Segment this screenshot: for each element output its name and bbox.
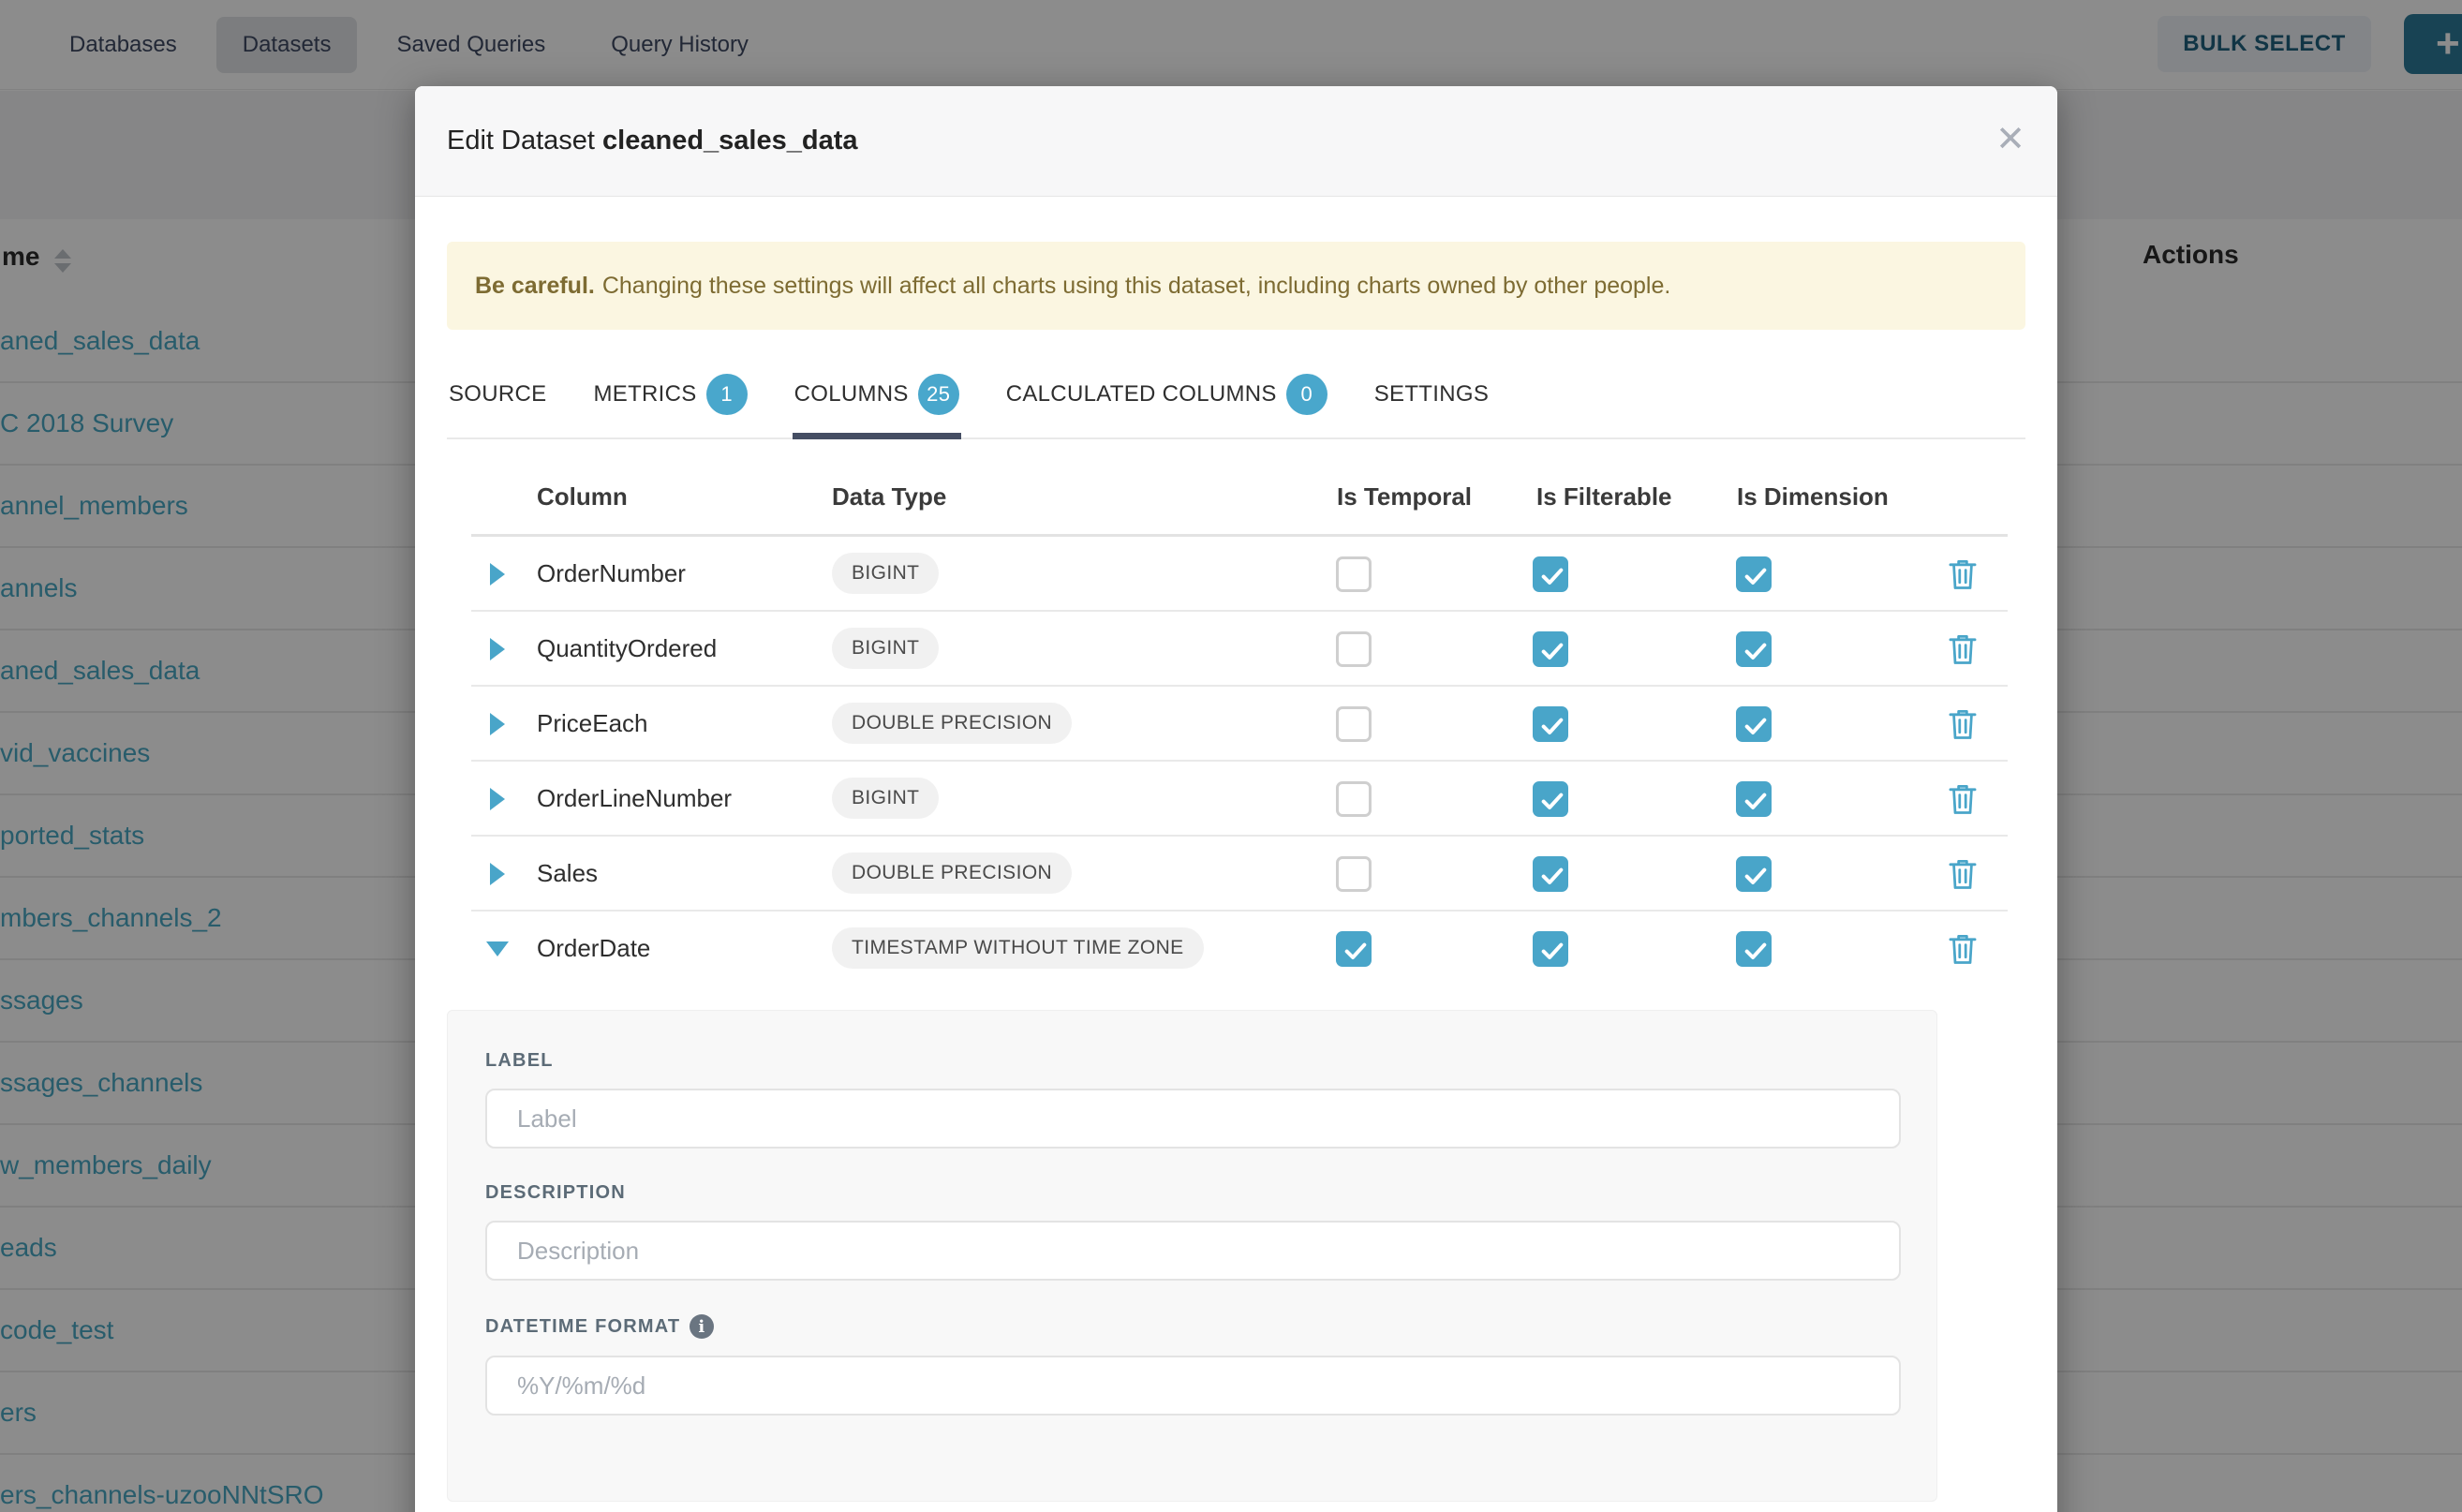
is-temporal-checkbox-unchecked[interactable] [1336, 856, 1372, 892]
delete-column-trash-icon[interactable] [1948, 857, 1978, 896]
tab-label: COLUMNS [794, 381, 909, 408]
is-dimension-checkbox-checked[interactable] [1736, 706, 1772, 742]
header-column: Column [537, 482, 628, 511]
is-filterable-checkbox-checked[interactable] [1533, 556, 1568, 592]
modal-title: Edit Dataset cleaned_sales_data [447, 126, 858, 156]
header-data-type: Data Type [832, 482, 946, 511]
is-filterable-checkbox-checked[interactable] [1533, 856, 1568, 892]
modal-tabs: SOURCE METRICS 1 COLUMNS 25 CALCULATED COLUMN… [447, 361, 2025, 439]
modal-title-prefix: Edit Dataset [447, 126, 602, 156]
column-name: OrderDate [537, 934, 650, 963]
tab-label: SOURCE [449, 381, 546, 408]
tab-calculated-columns[interactable]: CALCULATED COLUMNS 0 [1004, 361, 1329, 437]
is-dimension-checkbox-checked[interactable] [1736, 556, 1772, 592]
delete-column-trash-icon[interactable] [1948, 932, 1978, 971]
column-name: OrderLineNumber [537, 784, 732, 813]
is-temporal-checkbox-unchecked[interactable] [1336, 781, 1372, 817]
is-temporal-checkbox-unchecked[interactable] [1336, 706, 1372, 742]
header-is-temporal: Is Temporal [1337, 482, 1472, 511]
is-temporal-checkbox-unchecked[interactable] [1336, 556, 1372, 592]
warning-bold-text: Be careful. [475, 273, 595, 300]
collapse-caret-icon[interactable] [486, 941, 509, 956]
is-temporal-checkbox-checked[interactable] [1336, 931, 1372, 967]
column-row-sales: Sales DOUBLE PRECISION [471, 837, 2008, 912]
tab-label: CALCULATED COLUMNS [1006, 381, 1277, 408]
is-filterable-checkbox-checked[interactable] [1533, 781, 1568, 817]
column-name: PriceEach [537, 709, 648, 738]
data-type-pill: DOUBLE PRECISION [832, 703, 1072, 744]
is-dimension-checkbox-checked[interactable] [1736, 931, 1772, 967]
warning-text: Changing these settings will affect all … [602, 273, 1671, 300]
columns-table-header: Column Data Type Is Temporal Is Filterab… [471, 439, 2008, 537]
column-name: Sales [537, 859, 598, 888]
column-row-orderdate: OrderDate TIMESTAMP WITHOUT TIME ZONE [471, 912, 2008, 986]
warning-banner: Be careful. Changing these settings will… [447, 242, 2025, 330]
tab-count-badge: 1 [706, 374, 748, 415]
data-type-pill: TIMESTAMP WITHOUT TIME ZONE [832, 927, 1204, 969]
column-detail-panel: LABEL DESCRIPTION DATETIME FORMAT i [447, 1010, 1937, 1502]
expand-caret-icon[interactable] [490, 563, 505, 586]
label-input[interactable] [485, 1089, 1901, 1149]
data-type-pill: BIGINT [832, 628, 939, 669]
datetime-format-field-label: DATETIME FORMAT i [485, 1314, 1936, 1339]
expand-caret-icon[interactable] [490, 638, 505, 660]
tab-columns[interactable]: COLUMNS 25 [793, 361, 961, 437]
is-filterable-checkbox-checked[interactable] [1533, 631, 1568, 667]
tab-label: SETTINGS [1374, 381, 1489, 408]
data-type-pill: DOUBLE PRECISION [832, 852, 1072, 894]
delete-column-trash-icon[interactable] [1948, 707, 1978, 746]
expand-caret-icon[interactable] [490, 713, 505, 735]
modal-header: Edit Dataset cleaned_sales_data ✕ [415, 86, 2057, 197]
header-is-filterable: Is Filterable [1536, 482, 1672, 511]
description-input[interactable] [485, 1221, 1901, 1281]
is-dimension-checkbox-checked[interactable] [1736, 781, 1772, 817]
column-row-priceeach: PriceEach DOUBLE PRECISION [471, 687, 2008, 762]
columns-table-rows: OrderNumber BIGINT QuantityOrdered BIGINT Pr… [471, 537, 2008, 986]
is-dimension-checkbox-checked[interactable] [1736, 631, 1772, 667]
column-name: QuantityOrdered [537, 634, 717, 663]
expand-caret-icon[interactable] [490, 863, 505, 885]
column-row-ordernumber: OrderNumber BIGINT [471, 537, 2008, 612]
tab-count-badge: 25 [918, 374, 959, 415]
is-filterable-checkbox-checked[interactable] [1533, 706, 1568, 742]
tab-count-badge: 0 [1286, 374, 1327, 415]
modal-body: Be careful. Changing these settings will… [415, 242, 2057, 1502]
is-filterable-checkbox-checked[interactable] [1533, 931, 1568, 967]
tab-metrics[interactable]: METRICS 1 [591, 361, 749, 437]
datetime-format-input[interactable] [485, 1356, 1901, 1416]
is-dimension-checkbox-checked[interactable] [1736, 856, 1772, 892]
is-temporal-checkbox-unchecked[interactable] [1336, 631, 1372, 667]
columns-table: Column Data Type Is Temporal Is Filterab… [471, 439, 2008, 986]
data-type-pill: BIGINT [832, 553, 939, 594]
info-icon[interactable]: i [690, 1314, 714, 1339]
expand-caret-icon[interactable] [490, 788, 505, 810]
screen: DatabasesDatasetsSaved QueriesQuery Hist… [0, 0, 2462, 1512]
delete-column-trash-icon[interactable] [1948, 782, 1978, 821]
edit-dataset-modal: Edit Dataset cleaned_sales_data ✕ Be car… [415, 86, 2057, 1512]
description-field-label: DESCRIPTION [485, 1182, 1936, 1204]
label-field-label: LABEL [485, 1050, 1936, 1072]
column-name: OrderNumber [537, 559, 686, 588]
delete-column-trash-icon[interactable] [1948, 557, 1978, 596]
tab-source[interactable]: SOURCE [447, 361, 548, 437]
column-row-orderlinenumber: OrderLineNumber BIGINT [471, 762, 2008, 837]
delete-column-trash-icon[interactable] [1948, 632, 1978, 671]
tab-settings[interactable]: SETTINGS [1372, 361, 1491, 437]
column-row-quantityordered: QuantityOrdered BIGINT [471, 612, 2008, 687]
header-is-dimension: Is Dimension [1737, 482, 1889, 511]
tab-label: METRICS [593, 381, 696, 408]
data-type-pill: BIGINT [832, 778, 939, 819]
modal-title-dataset-name: cleaned_sales_data [602, 126, 857, 156]
close-icon[interactable]: ✕ [1995, 122, 2025, 157]
